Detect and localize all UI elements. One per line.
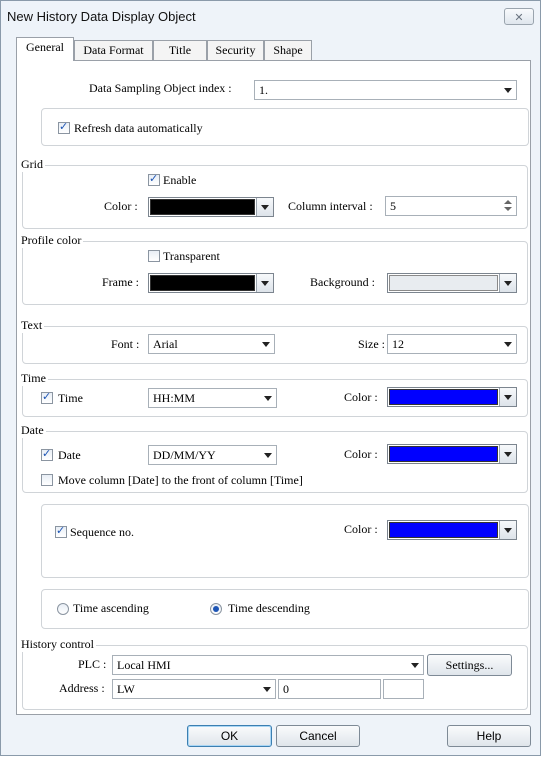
frame-label: Frame : (102, 275, 139, 289)
size-value: 12 (392, 337, 404, 351)
time-descending-label: Time descending (228, 601, 310, 615)
chevron-down-icon (262, 342, 270, 347)
address-type-select[interactable]: LW (112, 679, 276, 699)
time-color-label: Color : (344, 390, 378, 404)
text-group-label: Text (19, 318, 45, 333)
date-label: Date (58, 448, 81, 462)
tab-title[interactable]: Title (153, 40, 207, 60)
grid-enable-label: Enable (163, 173, 197, 187)
address-value: 0 (283, 682, 289, 696)
time-label: Time (58, 391, 83, 405)
chevron-down-icon (263, 687, 271, 692)
size-select[interactable]: 12 (387, 334, 517, 354)
chevron-down-icon[interactable] (499, 521, 516, 539)
general-tab-panel: Data Sampling Object index : 1. Refresh … (16, 60, 531, 715)
date-group-label: Date (19, 423, 46, 438)
plc-value: Local HMI (117, 658, 171, 672)
font-label: Font : (111, 337, 140, 351)
tab-security[interactable]: Security (207, 40, 264, 60)
chevron-down-icon (411, 663, 419, 668)
spinner-icon[interactable] (500, 198, 515, 214)
move-date-column-label: Move column [Date] to the front of colum… (58, 473, 303, 487)
sampling-index-select[interactable]: 1. (254, 80, 517, 100)
column-interval-value: 5 (390, 199, 396, 213)
background-label: Background : (310, 275, 375, 289)
background-color-swatch (389, 275, 498, 291)
chevron-down-icon (504, 88, 512, 93)
transparent-label: Transparent (163, 249, 220, 263)
time-color-swatch (389, 389, 498, 405)
close-icon[interactable]: ✕ (504, 8, 534, 25)
tab-shape[interactable]: Shape (264, 40, 312, 60)
title-bar: New History Data Display Object ✕ (1, 1, 540, 33)
date-checkbox[interactable] (41, 447, 53, 461)
sequence-color-label: Color : (344, 522, 378, 536)
profile-color-group-label: Profile color (19, 233, 84, 248)
chevron-down-icon[interactable] (499, 274, 516, 292)
refresh-checkbox[interactable] (58, 120, 70, 134)
chevron-down-icon (264, 453, 272, 458)
grid-enable-checkbox[interactable] (148, 172, 160, 186)
address-extra-input[interactable] (383, 679, 424, 699)
move-date-column-checkbox[interactable] (41, 474, 53, 486)
background-color-picker[interactable] (387, 273, 517, 293)
date-format-select[interactable]: DD/MM/YY (148, 445, 277, 465)
date-color-picker[interactable] (387, 444, 517, 464)
grid-group-label: Grid (19, 157, 45, 172)
time-ascending-label: Time ascending (73, 601, 149, 615)
sequence-label: Sequence no. (70, 525, 134, 539)
settings-button[interactable]: Settings... (427, 654, 512, 676)
address-type-value: LW (117, 682, 135, 696)
address-label: Address : (59, 681, 105, 695)
plc-label: PLC : (78, 657, 107, 671)
time-group-label: Time (19, 371, 48, 386)
sequence-color-swatch (389, 522, 498, 538)
grid-color-picker[interactable] (148, 197, 274, 217)
dialog-window: New History Data Display Object ✕ Genera… (0, 0, 541, 756)
time-format-select[interactable]: HH:MM (148, 388, 277, 408)
sampling-index-value: 1. (259, 83, 268, 97)
window-title: New History Data Display Object (7, 9, 196, 24)
chevron-down-icon[interactable] (256, 274, 273, 292)
chevron-down-icon[interactable] (499, 445, 516, 463)
date-format-value: DD/MM/YY (153, 448, 216, 462)
plc-select[interactable]: Local HMI (112, 655, 424, 675)
sampling-index-label: Data Sampling Object index : (89, 81, 232, 95)
date-color-label: Color : (344, 447, 378, 461)
chevron-down-icon[interactable] (256, 198, 273, 216)
time-checkbox[interactable] (41, 390, 53, 404)
time-format-value: HH:MM (153, 391, 196, 405)
grid-color-swatch (150, 199, 255, 215)
chevron-down-icon[interactable] (499, 388, 516, 406)
font-value: Arial (153, 337, 178, 351)
sequence-group (41, 504, 529, 578)
font-select[interactable]: Arial (148, 334, 275, 354)
refresh-label: Refresh data automatically (74, 121, 203, 135)
history-control-group-label: History control (19, 637, 96, 652)
chevron-down-icon (504, 342, 512, 347)
help-button[interactable]: Help (447, 725, 531, 747)
tab-general[interactable]: General (16, 37, 74, 61)
sequence-color-picker[interactable] (387, 520, 517, 540)
frame-color-swatch (150, 275, 255, 291)
date-color-swatch (389, 446, 498, 462)
chevron-down-icon (264, 396, 272, 401)
sequence-checkbox[interactable] (55, 524, 67, 538)
column-interval-label: Column interval : (288, 199, 373, 213)
cancel-button[interactable]: Cancel (276, 725, 360, 747)
size-label: Size : (358, 337, 385, 351)
frame-color-picker[interactable] (148, 273, 274, 293)
column-interval-stepper[interactable]: 5 (385, 196, 517, 216)
transparent-checkbox[interactable] (148, 250, 160, 262)
ok-button[interactable]: OK (187, 725, 272, 747)
tab-data-format[interactable]: Data Format (74, 40, 153, 60)
time-color-picker[interactable] (387, 387, 517, 407)
time-descending-radio[interactable] (210, 603, 222, 615)
address-value-input[interactable]: 0 (278, 679, 381, 699)
time-ascending-radio[interactable] (57, 603, 69, 615)
grid-color-label: Color : (104, 199, 138, 213)
